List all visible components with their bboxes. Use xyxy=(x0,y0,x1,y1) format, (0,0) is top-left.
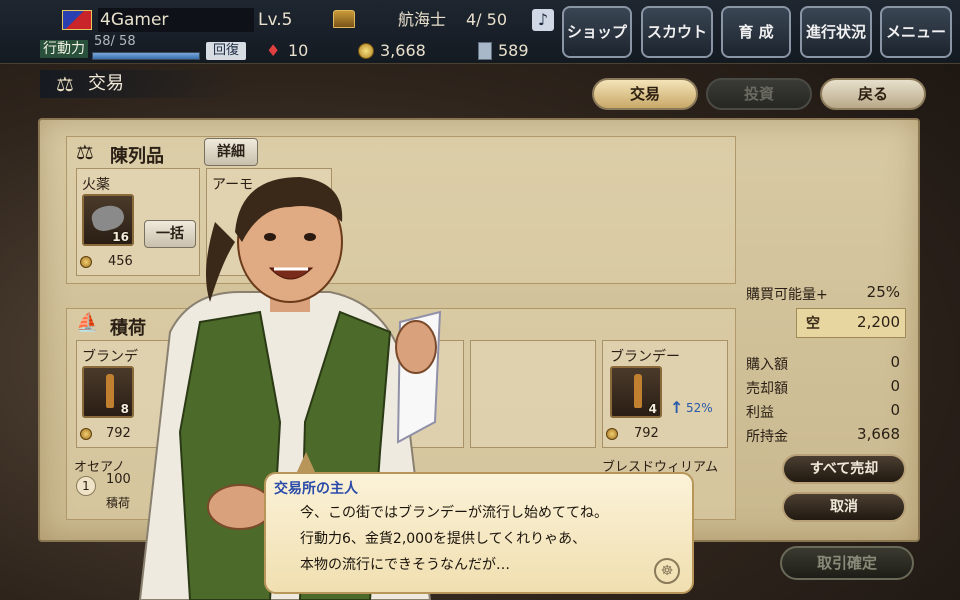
scout-button[interactable]: スカウト xyxy=(641,6,713,58)
ticket-icon xyxy=(478,42,492,60)
item-quantity: 8 xyxy=(120,402,129,416)
profit-label: 利益 xyxy=(746,405,774,421)
funds-value: 3,668 xyxy=(857,425,900,443)
dialog-line: 今、この街ではブランデーが流行し始めててね。 xyxy=(300,505,608,521)
stamina-label: 行動力 xyxy=(40,40,88,58)
tab-invest[interactable]: 投資 xyxy=(706,78,812,110)
nation-flag-icon xyxy=(62,10,92,30)
bottle-icon xyxy=(634,374,642,408)
top-status-bar: 4Gamer Lv.5 航海士 4/ 50 ♪ 行動力 58/ 58 回復 ♦ … xyxy=(0,0,960,64)
item-price: 792 xyxy=(106,426,131,441)
sell-amount-label: 売却額 xyxy=(746,381,788,397)
gold-count: 3,668 xyxy=(380,41,426,60)
sell-amount-value: 0 xyxy=(890,377,900,395)
stamina-bar-fill xyxy=(93,53,199,59)
sell-all-button[interactable]: すべて売却 xyxy=(782,454,906,484)
back-button[interactable]: 戻る xyxy=(820,78,926,110)
recover-button[interactable]: 回復 xyxy=(206,42,246,60)
dialog-line: 行動力6、金貨2,000を提供してくれりゃあ、 xyxy=(300,531,587,547)
rank-count: 4/ 50 xyxy=(466,10,508,29)
gunpowder-icon: 16 xyxy=(82,194,134,246)
trend-up-icon: ↑ xyxy=(670,398,684,417)
price-trend: 52% xyxy=(686,401,713,415)
player-name: 4Gamer xyxy=(98,8,254,32)
detail-button[interactable]: 詳細 xyxy=(204,138,258,166)
training-button[interactable]: 育 成 xyxy=(721,6,791,58)
dialog-tail xyxy=(296,452,316,474)
brandy-icon: 8 xyxy=(82,366,134,418)
gunpowder-pile-icon xyxy=(89,202,127,234)
hull-icon: 空 xyxy=(806,316,820,332)
ship-wheel-icon[interactable]: ☸ xyxy=(654,558,680,584)
buy-amount-value: 0 xyxy=(890,353,900,371)
item-quantity: 16 xyxy=(112,230,129,244)
dialog-line: 本物の流行にできそうなんだが… xyxy=(300,557,510,573)
ticket-count: 589 xyxy=(498,41,529,60)
brandy-icon: 4 xyxy=(610,366,662,418)
capacity-value: 2,200 xyxy=(857,313,900,331)
purchasable-label: 購買可能量+ xyxy=(746,287,828,303)
purchasable-value: 25% xyxy=(866,283,900,301)
balance-scale-icon: ⚖ xyxy=(56,72,74,96)
gem-icon: ♦ xyxy=(266,41,281,60)
tab-trade[interactable]: 交易 xyxy=(592,78,698,110)
item-name: 火薬 xyxy=(82,177,110,193)
gold-coin-icon xyxy=(358,43,374,59)
progress-button[interactable]: 進行状況 xyxy=(800,6,872,58)
buy-amount-label: 購入額 xyxy=(746,357,788,373)
confirm-trade-button[interactable]: 取引確定 xyxy=(780,546,914,580)
rank-title: 航海士 xyxy=(398,10,447,29)
stamina-value: 58/ 58 xyxy=(94,34,136,49)
coin-icon xyxy=(606,428,618,440)
main-menu-button[interactable]: メニュー xyxy=(880,6,952,58)
coin-icon xyxy=(80,256,92,268)
cargo-empty-slot[interactable] xyxy=(470,340,596,448)
ship-icon: ⛵ xyxy=(76,312,99,333)
ship-cargo-label: 積荷 xyxy=(106,496,131,510)
gem-count: 10 xyxy=(288,41,309,60)
funds-label: 所持金 xyxy=(746,429,788,445)
dialog-speaker: 交易所の主人 xyxy=(274,481,358,497)
ship-cargo-value: 100 xyxy=(106,472,131,487)
item-quantity: 4 xyxy=(648,402,657,416)
coin-icon xyxy=(80,428,92,440)
profit-value: 0 xyxy=(890,401,900,419)
player-level: Lv.5 xyxy=(258,10,293,30)
item-name: ブランデー xyxy=(610,349,680,365)
balance-scale-icon: ⚖ xyxy=(76,140,94,164)
stamina-bar xyxy=(92,52,200,60)
bottle-icon xyxy=(106,374,114,408)
shop-button[interactable]: ショップ xyxy=(562,6,632,58)
display-title: 陳列品 xyxy=(110,146,164,167)
ship-badge: 1 xyxy=(76,476,96,496)
cancel-button[interactable]: 取消 xyxy=(782,492,906,522)
music-toggle-button[interactable]: ♪ xyxy=(532,9,554,31)
treasure-chest-icon[interactable] xyxy=(333,10,355,28)
item-price: 792 xyxy=(634,426,659,441)
